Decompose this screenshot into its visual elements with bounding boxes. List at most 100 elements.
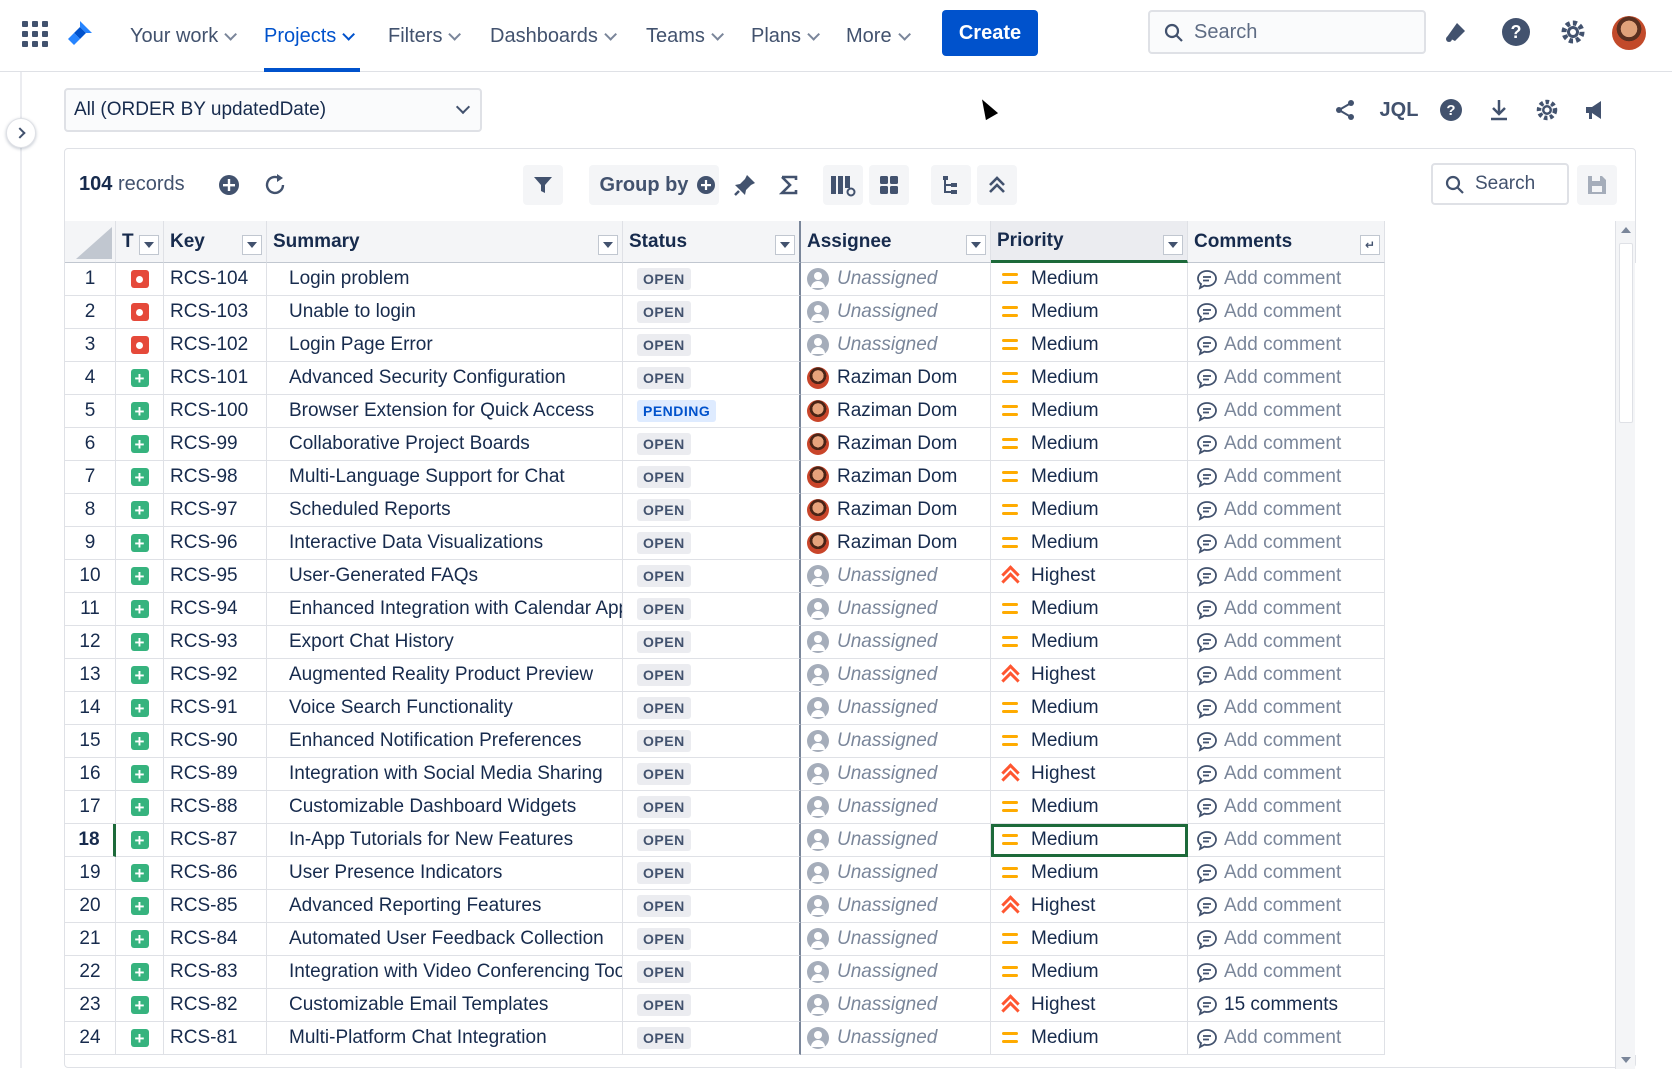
issue-key-cell[interactable]: RCS-102	[164, 329, 267, 362]
status-cell[interactable]: PENDING	[623, 395, 801, 428]
column-header-summary[interactable]: Summary	[267, 221, 623, 263]
issue-type-cell[interactable]: +	[116, 659, 164, 692]
issue-type-cell[interactable]: +	[116, 395, 164, 428]
table-row[interactable]: 19 + RCS-86 User Presence Indicators OPE…	[65, 857, 1638, 890]
summary-cell[interactable]: Customizable Email Templates	[267, 989, 623, 1022]
summary-cell[interactable]: Browser Extension for Quick Access	[267, 395, 623, 428]
priority-cell[interactable]: Medium	[991, 956, 1188, 989]
priority-cell[interactable]: Medium	[991, 263, 1188, 296]
row-number[interactable]: 13	[65, 659, 116, 692]
issue-type-cell[interactable]	[116, 296, 164, 329]
table-row[interactable]: 4 + RCS-101 Advanced Security Configurat…	[65, 362, 1638, 395]
hierarchy-icon[interactable]	[931, 165, 971, 205]
comments-cell[interactable]: Add comment	[1188, 428, 1385, 461]
refresh-icon[interactable]	[257, 165, 293, 205]
summary-cell[interactable]: Enhanced Integration with Calendar Apps	[267, 593, 623, 626]
row-number[interactable]: 20	[65, 890, 116, 923]
issue-type-cell[interactable]: +	[116, 758, 164, 791]
issue-type-cell[interactable]: +	[116, 428, 164, 461]
assignee-cell[interactable]: Raziman Dom	[801, 461, 991, 494]
priority-cell[interactable]: Medium	[991, 395, 1188, 428]
priority-cell[interactable]: Medium	[991, 626, 1188, 659]
comments-cell[interactable]: Add comment	[1188, 824, 1385, 857]
issue-type-cell[interactable]: +	[116, 890, 164, 923]
comments-cell[interactable]: Add comment	[1188, 329, 1385, 362]
comments-cell[interactable]: Add comment	[1188, 494, 1385, 527]
summary-cell[interactable]: Voice Search Functionality	[267, 692, 623, 725]
priority-cell[interactable]: Highest	[991, 890, 1188, 923]
comments-cell[interactable]: Add comment	[1188, 527, 1385, 560]
issue-key-cell[interactable]: RCS-96	[164, 527, 267, 560]
scroll-up-arrow-icon[interactable]	[1621, 227, 1631, 233]
help-icon[interactable]: ?	[1500, 16, 1532, 48]
assignee-cell[interactable]: Raziman Dom	[801, 362, 991, 395]
table-row[interactable]: 6 + RCS-99 Collaborative Project Boards …	[65, 428, 1638, 461]
priority-cell[interactable]: Highest	[991, 758, 1188, 791]
comments-cell[interactable]: Add comment	[1188, 956, 1385, 989]
priority-cell[interactable]: Medium	[991, 692, 1188, 725]
comments-cell[interactable]: Add comment	[1188, 692, 1385, 725]
issue-type-cell[interactable]: +	[116, 593, 164, 626]
issue-key-cell[interactable]: RCS-86	[164, 857, 267, 890]
column-header-assignee[interactable]: Assignee	[801, 221, 991, 263]
status-cell[interactable]: OPEN	[623, 758, 801, 791]
priority-cell[interactable]: Medium	[991, 725, 1188, 758]
summary-cell[interactable]: Integration with Video Conferencing Tool…	[267, 956, 623, 989]
comments-cell[interactable]: Add comment	[1188, 857, 1385, 890]
comments-cell[interactable]: Add comment	[1188, 659, 1385, 692]
priority-cell[interactable]: Medium	[991, 461, 1188, 494]
column-header-status[interactable]: Status	[623, 221, 801, 263]
nav-more[interactable]: More	[846, 0, 911, 72]
issue-key-cell[interactable]: RCS-93	[164, 626, 267, 659]
status-cell[interactable]: OPEN	[623, 725, 801, 758]
assignee-cell[interactable]: Unassigned	[801, 923, 991, 956]
status-cell[interactable]: OPEN	[623, 362, 801, 395]
assignee-cell[interactable]: Unassigned	[801, 890, 991, 923]
issue-key-cell[interactable]: RCS-84	[164, 923, 267, 956]
assignee-cell[interactable]: Unassigned	[801, 725, 991, 758]
issue-type-cell[interactable]: +	[116, 461, 164, 494]
columns-config-icon[interactable]	[823, 165, 863, 205]
issue-key-cell[interactable]: RCS-87	[164, 824, 267, 857]
announcement-icon[interactable]	[1580, 96, 1610, 124]
assignee-cell[interactable]: Unassigned	[801, 758, 991, 791]
summary-cell[interactable]: Advanced Reporting Features	[267, 890, 623, 923]
priority-cell[interactable]: Medium	[991, 329, 1188, 362]
status-cell[interactable]: OPEN	[623, 989, 801, 1022]
group-by-button[interactable]: Group by	[589, 165, 719, 205]
comments-cell[interactable]: Add comment	[1188, 890, 1385, 923]
vertical-scrollbar[interactable]	[1615, 221, 1635, 1069]
assignee-cell[interactable]: Unassigned	[801, 659, 991, 692]
priority-cell[interactable]: Highest	[991, 560, 1188, 593]
row-number[interactable]: 17	[65, 791, 116, 824]
assignee-cell[interactable]: Raziman Dom	[801, 527, 991, 560]
status-cell[interactable]: OPEN	[623, 1022, 801, 1055]
summary-cell[interactable]: Customizable Dashboard Widgets	[267, 791, 623, 824]
issue-type-cell[interactable]: +	[116, 626, 164, 659]
table-row[interactable]: 18 + RCS-87 In-App Tutorials for New Fea…	[65, 824, 1638, 857]
priority-cell[interactable]: Medium	[991, 791, 1188, 824]
issue-type-cell[interactable]: +	[116, 857, 164, 890]
table-row[interactable]: 11 + RCS-94 Enhanced Integration with Ca…	[65, 593, 1638, 626]
column-filter-dropdown-icon[interactable]	[1163, 235, 1183, 255]
issue-type-cell[interactable]: +	[116, 692, 164, 725]
priority-cell[interactable]: Medium	[991, 527, 1188, 560]
row-number[interactable]: 14	[65, 692, 116, 725]
column-filter-dropdown-icon[interactable]	[966, 235, 986, 255]
comments-cell[interactable]: Add comment	[1188, 296, 1385, 329]
row-number[interactable]: 3	[65, 329, 116, 362]
issue-key-cell[interactable]: RCS-83	[164, 956, 267, 989]
assignee-cell[interactable]: Raziman Dom	[801, 395, 991, 428]
row-number[interactable]: 8	[65, 494, 116, 527]
summary-cell[interactable]: Automated User Feedback Collection	[267, 923, 623, 956]
issue-type-cell[interactable]: +	[116, 527, 164, 560]
settings-gear-icon[interactable]	[1557, 16, 1589, 48]
table-row[interactable]: 24 + RCS-81 Multi-Platform Chat Integrat…	[65, 1022, 1638, 1055]
issue-type-cell[interactable]: +	[116, 725, 164, 758]
issue-type-cell[interactable]: +	[116, 560, 164, 593]
assignee-cell[interactable]: Raziman Dom	[801, 428, 991, 461]
user-avatar[interactable]	[1612, 16, 1646, 50]
nav-your-work[interactable]: Your work	[130, 0, 238, 72]
issue-key-cell[interactable]: RCS-98	[164, 461, 267, 494]
row-number[interactable]: 21	[65, 923, 116, 956]
